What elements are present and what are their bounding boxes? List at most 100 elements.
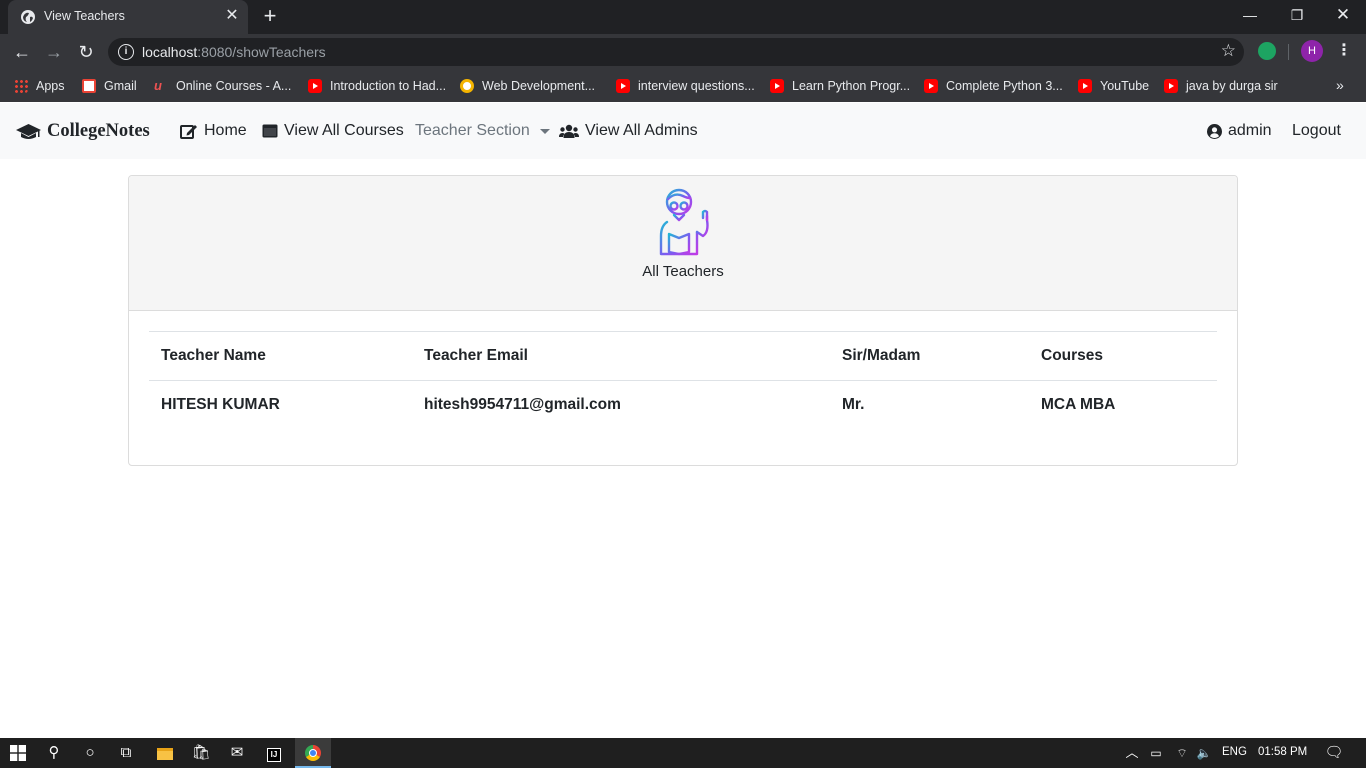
teachers-table: Teacher Name Teacher Email Sir/Madam Cou… [149, 331, 1217, 429]
search-icon[interactable]: ⚲ [36, 738, 72, 768]
table-row: HITESH KUMAR hitesh9954711@gmail.com Mr.… [149, 380, 1217, 429]
edit-icon [180, 124, 197, 139]
header-courses: Courses [1041, 347, 1104, 364]
bookmark-hadoop[interactable]: Introduction to Had... [308, 77, 446, 95]
bookmark-interview[interactable]: interview questions... [616, 77, 755, 95]
cell-sir-madam: Mr. [842, 396, 865, 413]
nav-teacher-section-label: Teacher Section [415, 122, 530, 139]
bookmark-gmail[interactable]: Gmail [82, 77, 137, 95]
header-teacher-email: Teacher Email [424, 347, 528, 364]
url-text[interactable]: localhost:8080/showTeachers [142, 44, 326, 60]
card-title: All Teachers [642, 263, 724, 280]
bookmark-label: YouTube [1100, 79, 1150, 93]
bookmark-label: Web Development... [482, 79, 596, 93]
bookmark-label: java by durga sir [1186, 79, 1278, 93]
bookmark-label: interview questions... [638, 79, 755, 93]
tab-title: View Teachers [44, 9, 125, 23]
windows-start-icon[interactable] [0, 738, 36, 768]
toolbar-divider [1288, 44, 1289, 60]
nav-view-admins-label: View All Admins [585, 122, 698, 139]
card-header: All Teachers [129, 176, 1237, 311]
user-circle-icon [1207, 123, 1222, 139]
graduation-cap-icon [16, 123, 41, 139]
nav-view-admins[interactable]: View All Admins [559, 122, 698, 140]
youtube-icon [770, 79, 784, 93]
cell-teacher-name: HITESH KUMAR [161, 396, 280, 413]
bookmark-apps[interactable]: Apps [14, 77, 65, 95]
teachers-card: All Teachers Teacher Name Teacher Email … [128, 175, 1238, 466]
notifications-icon[interactable]: 🗨 [1316, 738, 1352, 768]
youtube-icon [1078, 79, 1092, 93]
new-tab-icon[interactable]: + [260, 5, 280, 27]
brand-name: CollegeNotes [47, 121, 150, 141]
youtube-icon [924, 79, 938, 93]
bookmark-label: Gmail [104, 79, 137, 93]
store-icon[interactable]: 🛍 [183, 738, 219, 768]
bookmark-label: Learn Python Progr... [792, 79, 911, 93]
browser-toolbar: ← → ↻ i localhost:8080/showTeachers ☆ H … [0, 34, 1366, 70]
bookmark-label: Apps [36, 79, 65, 93]
bookmark-web-dev[interactable]: Web Development... [460, 77, 595, 95]
udemy-icon: u [154, 78, 162, 93]
nav-logout[interactable]: Logout [1292, 122, 1341, 140]
bookmarks-overflow-icon[interactable]: » [1336, 77, 1344, 93]
chrome-taskbar-icon[interactable] [295, 738, 331, 768]
intellij-icon[interactable]: IJ [256, 738, 292, 768]
forward-icon[interactable]: → [43, 41, 65, 63]
gmail-icon [82, 79, 96, 93]
reload-icon[interactable]: ↻ [75, 41, 97, 63]
bookmark-youtube[interactable]: YouTube [1078, 77, 1149, 95]
site-info-icon[interactable]: i [118, 44, 134, 60]
brand-link[interactable]: CollegeNotes [16, 121, 150, 142]
caret-down-icon [539, 128, 550, 134]
nav-view-courses-label: View All Courses [284, 122, 404, 139]
browser-tab[interactable]: View Teachers ✕ [8, 0, 248, 34]
header-sir-madam: Sir/Madam [842, 347, 921, 364]
bookmarks-bar: Apps Gmail u Online Courses - A... Intro… [0, 70, 1366, 102]
nav-home-label: Home [204, 122, 247, 139]
file-explorer-icon[interactable] [147, 738, 183, 768]
nav-teacher-section-dropdown[interactable]: Teacher Section [415, 122, 550, 140]
header-teacher-name: Teacher Name [161, 347, 266, 364]
clock[interactable]: 01:58 PM [1258, 746, 1307, 758]
url-host: localhost [142, 44, 198, 60]
globe-icon [21, 10, 35, 24]
bookmark-complete-python[interactable]: Complete Python 3... [924, 77, 1063, 95]
site-navbar: CollegeNotes Home View All Courses Teach… [0, 103, 1366, 159]
nav-logout-label: Logout [1292, 122, 1341, 139]
restore-icon[interactable]: ❐ [1287, 4, 1307, 26]
youtube-icon [616, 79, 630, 93]
cell-courses: MCA MBA [1041, 396, 1116, 413]
youtube-icon [308, 79, 322, 93]
close-window-icon[interactable]: ✕ [1333, 4, 1353, 26]
nav-home[interactable]: Home [180, 122, 247, 140]
bookmark-java[interactable]: java by durga sir [1164, 77, 1278, 95]
nav-view-courses[interactable]: View All Courses [262, 122, 404, 140]
nav-user-label: admin [1228, 122, 1272, 139]
language-indicator[interactable]: ENG [1222, 746, 1247, 758]
browser-tab-strip: View Teachers ✕ + — ❐ ✕ [0, 0, 1366, 34]
bookmark-udemy[interactable]: u Online Courses - A... [154, 77, 291, 95]
apps-grid-icon [14, 79, 28, 93]
extension-icon[interactable] [1258, 42, 1276, 60]
volume-icon[interactable]: 🔈 [1186, 738, 1222, 768]
address-bar[interactable]: i localhost:8080/showTeachers ☆ [108, 38, 1244, 66]
windows-taskbar: ⚲ ○ ⧉ 🛍 ✉ IJ ︿ ▭ ⌔ 🔈 ENG 01:58 PM 🗨 [0, 738, 1366, 768]
back-icon[interactable]: ← [11, 41, 33, 63]
nav-user-admin[interactable]: admin [1207, 122, 1272, 140]
minimize-icon[interactable]: — [1240, 4, 1260, 26]
cortana-icon[interactable]: ○ [72, 738, 108, 768]
bookmark-star-icon[interactable]: ☆ [1221, 41, 1236, 61]
tab-close-icon[interactable]: ✕ [224, 7, 240, 25]
task-view-icon[interactable]: ⧉ [108, 738, 144, 768]
teacher-icon [659, 188, 709, 256]
browser-menu-icon[interactable]: ⋮ [1336, 40, 1352, 62]
cell-teacher-email: hitesh9954711@gmail.com [424, 396, 621, 413]
bookmark-label: Introduction to Had... [330, 79, 447, 93]
web-icon [460, 79, 474, 93]
url-path: :8080/showTeachers [197, 44, 326, 60]
mail-icon[interactable]: ✉ [219, 738, 255, 768]
profile-avatar[interactable]: H [1301, 40, 1323, 62]
bookmark-learn-python[interactable]: Learn Python Progr... [770, 77, 910, 95]
bookmark-label: Online Courses - A... [176, 79, 292, 93]
